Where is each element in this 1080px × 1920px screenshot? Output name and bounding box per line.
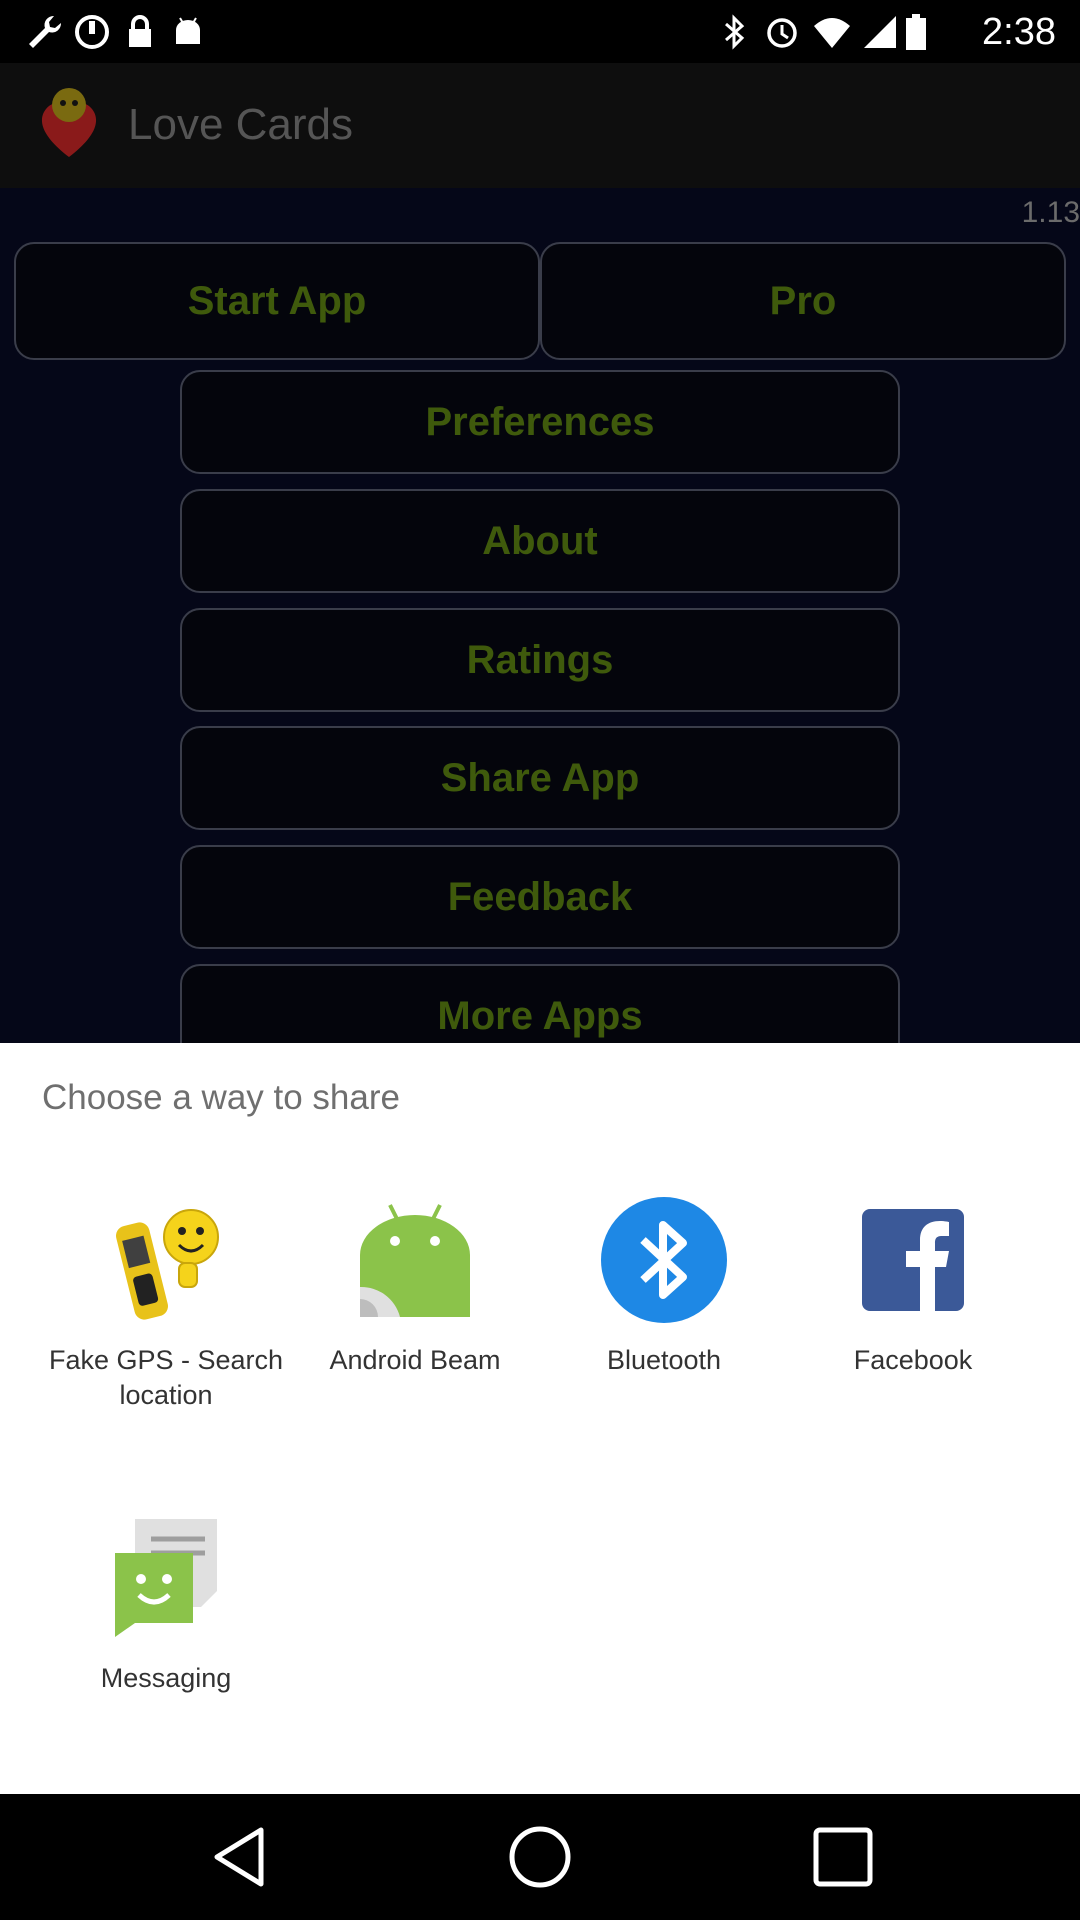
share-sheet: Choose a way to share Fake GPS - Search …: [0, 1043, 1080, 1794]
app-logo-icon: [41, 88, 97, 157]
status-time: 2:38: [982, 11, 1056, 53]
home-icon[interactable]: [505, 1822, 575, 1892]
share-sheet-title: Choose a way to share: [42, 1078, 400, 1117]
share-target-android-beam[interactable]: Android Beam: [290, 1195, 540, 1378]
share-label-android-beam: Android Beam: [329, 1345, 501, 1375]
more-apps-button[interactable]: More Apps: [180, 964, 900, 1043]
version-label: 1.13: [1021, 196, 1080, 229]
share-target-facebook[interactable]: Facebook: [788, 1195, 1038, 1378]
share-target-fake-gps[interactable]: Fake GPS - Search location: [41, 1195, 291, 1413]
messaging-icon: [115, 1519, 217, 1637]
recents-icon[interactable]: [808, 1822, 878, 1892]
share-target-messaging[interactable]: Messaging: [41, 1513, 291, 1696]
share-label-facebook: Facebook: [853, 1345, 973, 1375]
android-icon: [176, 17, 200, 44]
status-bar: 2:38: [0, 0, 1080, 63]
bluetooth-status-icon: [725, 14, 745, 50]
back-icon[interactable]: [205, 1822, 275, 1892]
share-label-messaging: Messaging: [100, 1663, 232, 1693]
start-app-button[interactable]: Start App: [14, 242, 540, 360]
alarm-icon: [767, 18, 797, 48]
bluetooth-icon: [601, 1197, 727, 1323]
app-title: Love Cards: [128, 100, 354, 149]
pro-button[interactable]: Pro: [540, 242, 1066, 360]
share-app-button[interactable]: Share App: [180, 726, 900, 830]
feedback-button[interactable]: Feedback: [180, 845, 900, 949]
battery-icon: [906, 14, 926, 50]
lock-icon: [129, 15, 151, 47]
preferences-button[interactable]: Preferences: [180, 370, 900, 474]
facebook-icon: [862, 1209, 964, 1311]
navigation-bar: [0, 1794, 1080, 1920]
ratings-button[interactable]: Ratings: [180, 608, 900, 712]
signal-icon: [864, 16, 896, 48]
share-label-bluetooth: Bluetooth: [606, 1345, 722, 1375]
wifi-icon: [814, 18, 850, 48]
share-label-fake-gps: Fake GPS - Search location: [48, 1345, 284, 1410]
app-bar: Love Cards: [0, 63, 1080, 188]
share-target-bluetooth[interactable]: Bluetooth: [539, 1195, 789, 1378]
main-content: 1.13 Start App Pro Preferences About Rat…: [0, 188, 1080, 1043]
android-beam-icon: [360, 1204, 470, 1317]
wrench-icon: [29, 15, 62, 48]
fake-gps-icon: [116, 1209, 219, 1320]
sync-icon: [75, 15, 109, 49]
about-button[interactable]: About: [180, 489, 900, 593]
